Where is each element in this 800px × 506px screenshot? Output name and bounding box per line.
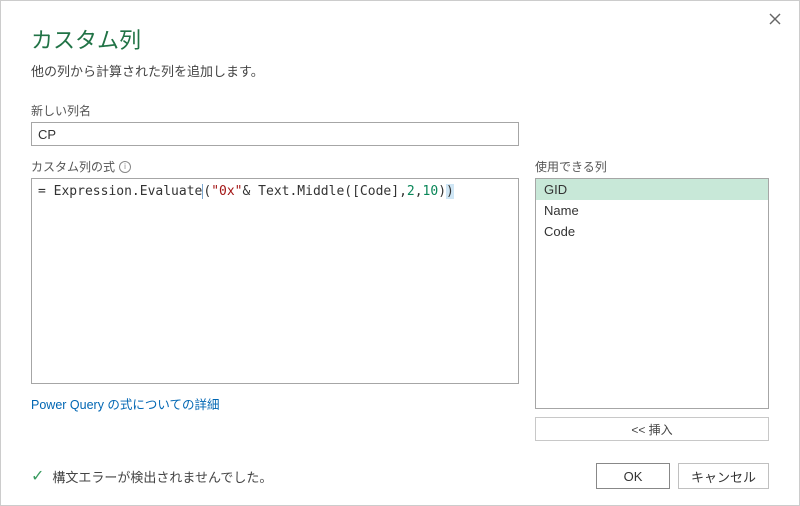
available-columns-label: 使用できる列 <box>535 158 769 175</box>
formula-label-text: カスタム列の式 <box>31 158 115 175</box>
formula-token: Expression.Evaluate <box>54 184 203 199</box>
check-icon: ✓ <box>31 466 44 486</box>
formula-token: & <box>243 184 259 199</box>
available-column-item[interactable]: Code <box>536 221 768 242</box>
dialog-footer: ✓ 構文エラーが検出されませんでした。 OK キャンセル <box>31 463 769 489</box>
formula-token: Text.Middle <box>258 184 344 199</box>
formula-label: カスタム列の式 i <box>31 158 519 175</box>
syntax-status: 構文エラーが検出されませんでした。 <box>52 467 588 486</box>
formula-token: "0x" <box>211 184 242 199</box>
available-column-item[interactable]: Name <box>536 200 768 221</box>
new-column-label: 新しい列名 <box>31 102 769 119</box>
info-icon[interactable]: i <box>119 161 131 173</box>
help-link[interactable]: Power Query の式についての詳細 <box>31 398 220 412</box>
formula-token: ( <box>344 184 352 199</box>
formula-token: [Code] <box>352 184 399 199</box>
custom-column-dialog: カスタム列 他の列から計算された列を追加します。 新しい列名 カスタム列の式 i… <box>1 1 799 505</box>
available-columns-list[interactable]: GID Name Code <box>535 178 769 409</box>
formula-editor[interactable]: = Expression.Evaluate("0x"& Text.Middle(… <box>31 178 519 384</box>
insert-button[interactable]: << 挿入 <box>535 417 769 441</box>
formula-token: 2 <box>407 184 415 199</box>
formula-token: , <box>415 184 423 199</box>
close-button[interactable] <box>765 9 785 29</box>
dialog-subtitle: 他の列から計算された列を追加します。 <box>31 61 769 80</box>
close-icon <box>769 13 781 25</box>
ok-button[interactable]: OK <box>596 463 670 489</box>
formula-token: , <box>399 184 407 199</box>
formula-token: ) <box>446 184 454 199</box>
formula-token: = <box>38 184 54 199</box>
formula-token: ( <box>202 184 211 199</box>
formula-token: 10 <box>423 184 439 199</box>
formula-token: ) <box>438 184 446 199</box>
available-column-item[interactable]: GID <box>536 179 768 200</box>
dialog-title: カスタム列 <box>31 23 769 55</box>
cancel-button[interactable]: キャンセル <box>678 463 769 489</box>
new-column-input[interactable] <box>31 122 519 146</box>
